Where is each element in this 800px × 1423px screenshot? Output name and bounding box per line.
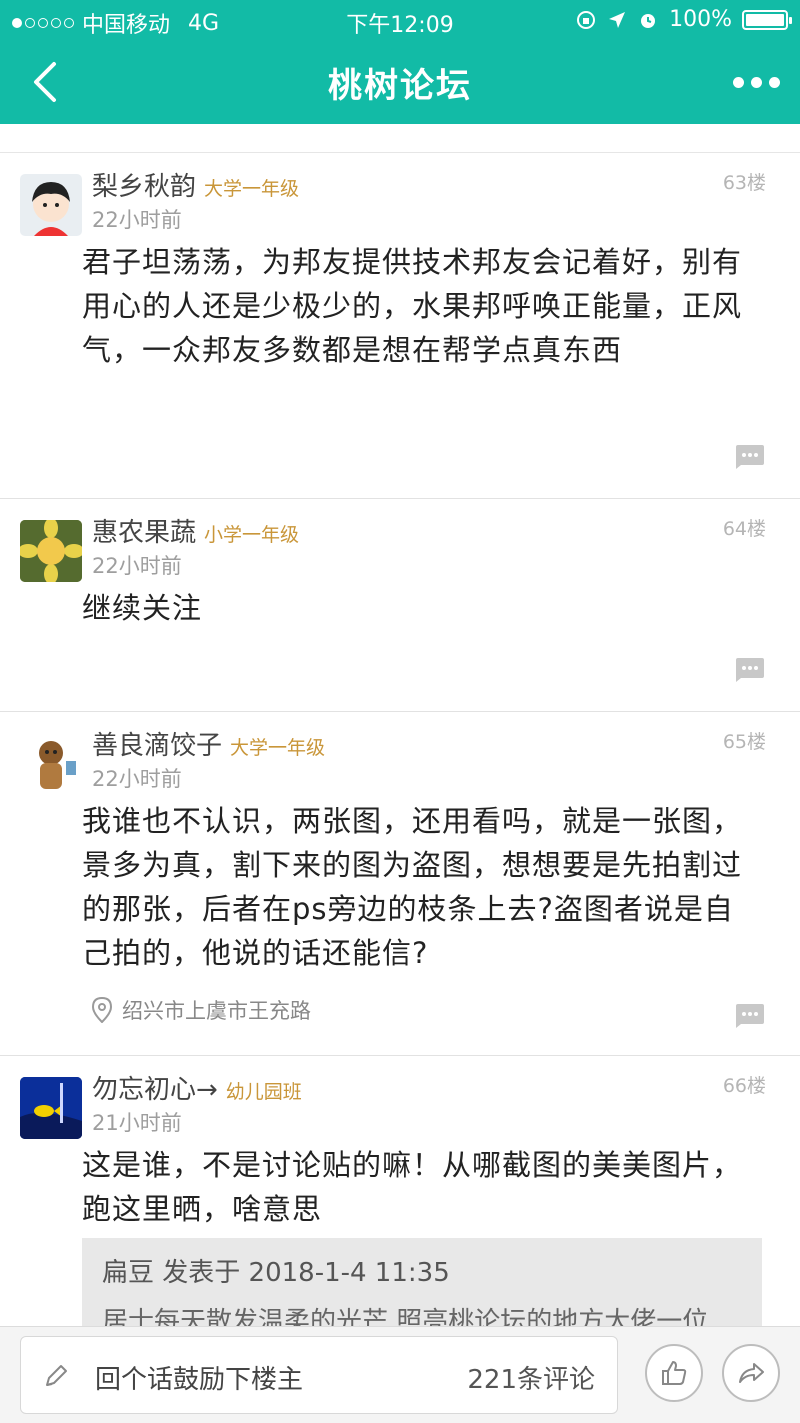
- like-button[interactable]: [645, 1344, 703, 1402]
- more-dot-icon: [750, 76, 762, 88]
- quoted-post[interactable]: 扁豆 发表于 2018-1-4 11:35 居士每天散发温柔的光芒 照亮桃论坛的…: [82, 1238, 762, 1337]
- status-right: 100%: [575, 7, 792, 32]
- bottom-bar: 回个话鼓励下楼主 221条评论: [0, 1326, 800, 1423]
- reply-input[interactable]: 回个话鼓励下楼主 221条评论: [20, 1336, 618, 1414]
- post-time: 22小时前: [92, 554, 182, 578]
- username[interactable]: 梨乡秋韵 大学一年级: [92, 166, 299, 203]
- floor-number: 63楼: [722, 172, 766, 194]
- user-level-badge: 小学一年级: [204, 524, 300, 546]
- alarm-icon: [641, 13, 656, 28]
- username[interactable]: 善良滴饺子 大学一年级: [92, 725, 325, 762]
- username-text: 梨乡秋韵: [92, 172, 197, 202]
- post-content: 我谁也不认识，两张图，还用看吗，就是一张图，景多为真，割下来的图为盗图，想想要是…: [82, 804, 743, 970]
- floor-number: 66楼: [722, 1075, 766, 1097]
- share-button[interactable]: [722, 1344, 780, 1402]
- user-level-badge: 幼儿园班: [225, 1081, 302, 1103]
- avatar[interactable]: [20, 520, 82, 582]
- battery-icon: [742, 9, 792, 30]
- post-time: 21小时前: [92, 1111, 182, 1135]
- username-text: 勿忘初心→: [92, 1075, 218, 1105]
- share-arrow-icon: [739, 1363, 764, 1383]
- post-content: 这是谁，不是讨论贴的嘛！从哪截图的美美图片，跑这里晒，啥意思: [82, 1148, 743, 1226]
- comment-bubble-icon: [736, 445, 764, 469]
- post-content: 继续关注: [82, 591, 203, 625]
- username-text: 惠农果蔬: [92, 518, 197, 548]
- more-button[interactable]: [730, 68, 782, 96]
- more-dot-icon: [768, 76, 780, 88]
- nav-bar: 桃树论坛: [0, 40, 800, 124]
- post-item: 惠农果蔬 小学一年级 22小时前 64楼 继续关注: [0, 500, 800, 712]
- user-level-badge: 大学一年级: [204, 178, 300, 200]
- location-text: 绍兴市上虞市王充路: [122, 999, 311, 1023]
- reply-post-button[interactable]: [733, 444, 765, 470]
- post-item: 善良滴饺子 大学一年级 22小时前 65楼 我谁也不认识，两张图，还用看吗，就是一…: [0, 713, 800, 1056]
- battery-label: 100%: [669, 7, 732, 32]
- post-item: 梨乡秋韵 大学一年级 22小时前 63楼 君子坦荡荡，为邦友提供技术邦友会记着好，…: [0, 154, 800, 499]
- content-top-spacer: [0, 124, 800, 153]
- floor-number: 65楼: [722, 731, 766, 753]
- comment-bubble-icon: [736, 1004, 764, 1028]
- post-time: 22小时前: [92, 208, 182, 232]
- post-location: 绍兴市上虞市王充路: [92, 995, 311, 1025]
- username[interactable]: 勿忘初心→ 幼儿园班: [92, 1069, 302, 1106]
- username[interactable]: 惠农果蔬 小学一年级: [92, 512, 299, 549]
- status-bar: 中国移动 4G 下午12:09 100%: [0, 0, 800, 40]
- rotation-lock-icon: [577, 10, 596, 29]
- more-dot-icon: [732, 76, 744, 88]
- post-time: 22小时前: [92, 767, 182, 791]
- header: 中国移动 4G 下午12:09 100% 桃树论坛: [0, 0, 800, 124]
- avatar[interactable]: [20, 733, 82, 795]
- reply-post-button[interactable]: [733, 1003, 765, 1029]
- username-text: 善良滴饺子: [92, 731, 223, 761]
- thumbs-up-icon: [662, 1361, 687, 1385]
- avatar[interactable]: [20, 174, 82, 236]
- user-level-badge: 大学一年级: [230, 737, 326, 759]
- comment-count[interactable]: 221条评论: [467, 1359, 595, 1396]
- avatar[interactable]: [20, 1077, 82, 1139]
- reply-placeholder: 回个话鼓励下楼主: [95, 1365, 304, 1395]
- quote-header: 扁豆 发表于 2018-1-4 11:35: [102, 1258, 450, 1288]
- pencil-icon: [46, 1365, 67, 1386]
- reply-post-button[interactable]: [733, 657, 765, 683]
- location-pin-icon: [92, 997, 112, 1023]
- location-arrow-icon: [609, 11, 626, 28]
- post-content: 君子坦荡荡，为邦友提供技术邦友会记着好，别有用心的人还是少极少的，水果邦呼唤正能…: [82, 245, 743, 367]
- floor-number: 64楼: [722, 518, 766, 540]
- comment-bubble-icon: [736, 658, 764, 682]
- page-title: 桃树论坛: [328, 66, 472, 106]
